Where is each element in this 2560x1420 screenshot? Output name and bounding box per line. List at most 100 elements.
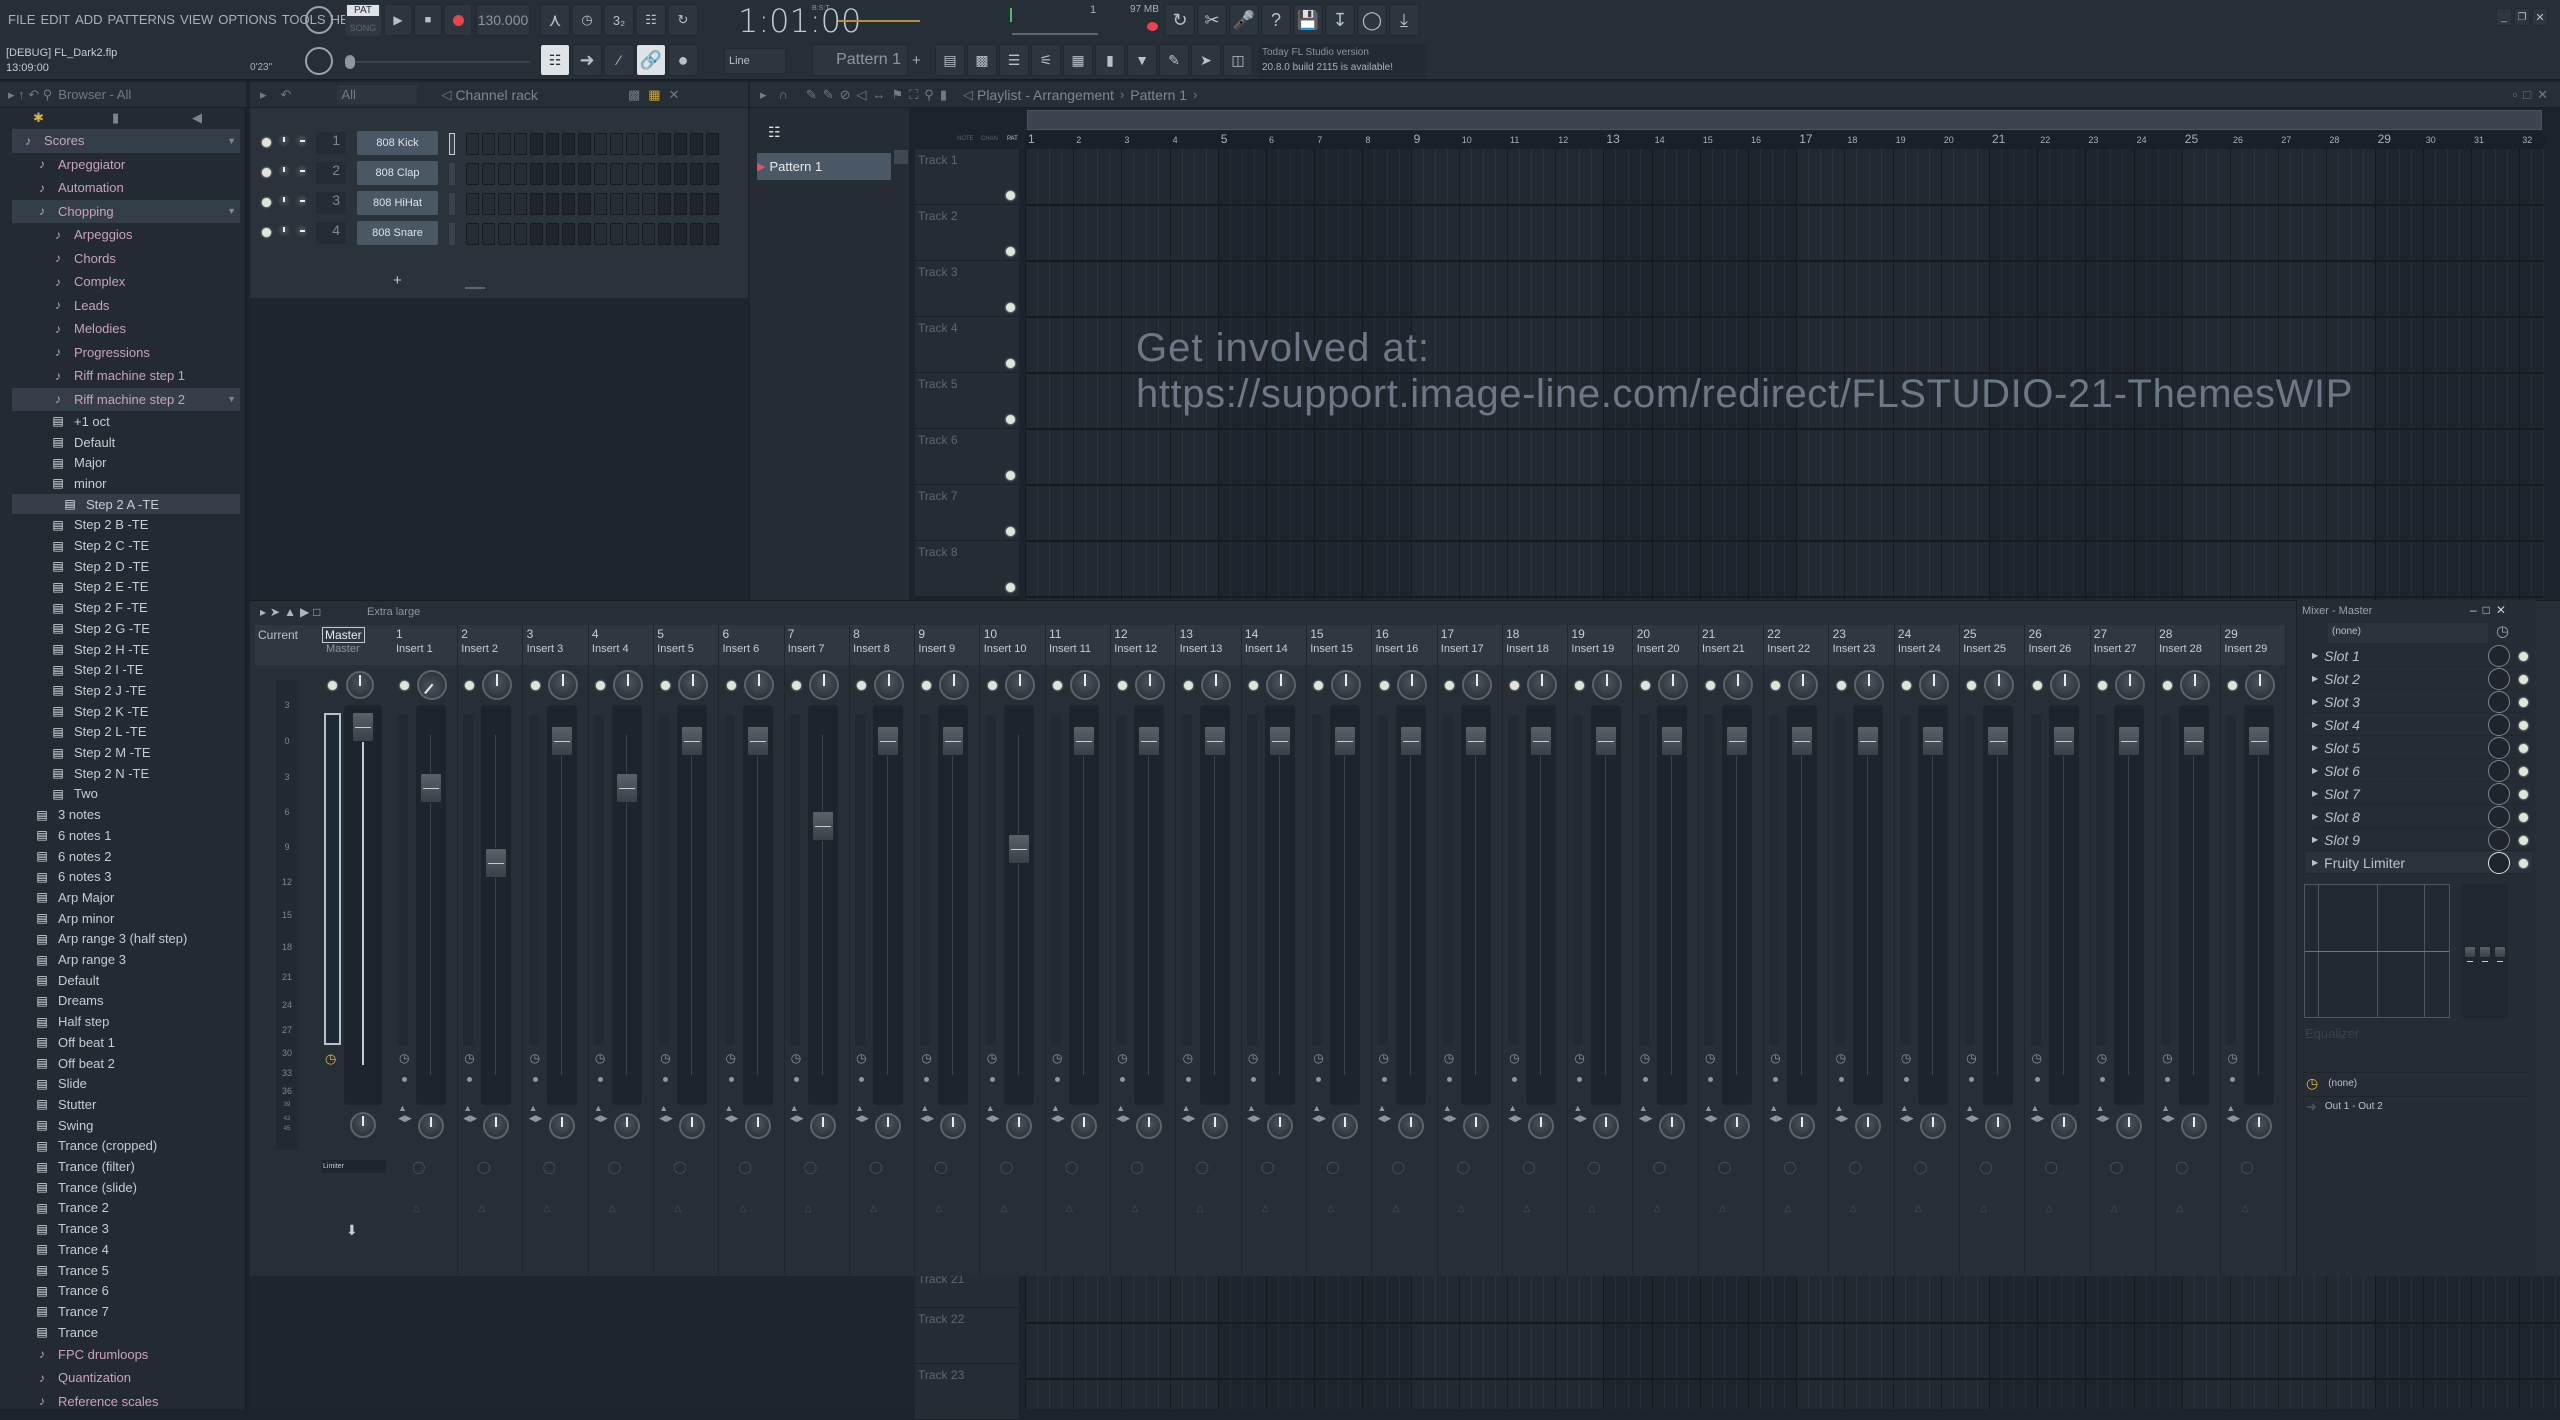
insert-volume-fader[interactable] — [811, 810, 834, 841]
browser-nav-icons[interactable]: ▸ ↑ ↶ ⚲ — [8, 87, 52, 103]
pattern-item[interactable]: ▶ Pattern 1 — [757, 153, 891, 180]
playlist-menu-icon[interactable]: ▸ — [760, 87, 767, 103]
insert-pan-knob[interactable] — [1200, 670, 1231, 700]
swap-arrows-icon[interactable]: ▲ ◀▶ — [1443, 1103, 1457, 1123]
link-button[interactable]: 🔗 — [636, 44, 666, 76]
swap-arrows-icon[interactable]: ▲ ◀▶ — [986, 1103, 1000, 1123]
effect-slot[interactable]: ▶ Slot 9 — [2306, 829, 2532, 851]
track-header[interactable]: Track 21 — [915, 1276, 1019, 1308]
insert-volume-fader[interactable] — [2248, 725, 2271, 756]
mixer-insert-strip[interactable]: 27 Insert 27 ◷ ▲ ◀▶ ◯ △ — [2092, 625, 2156, 1275]
help-button[interactable]: ? — [1261, 4, 1291, 36]
chat-button[interactable]: ◯ — [1357, 4, 1387, 36]
undo-icon[interactable]: ↶ — [281, 87, 292, 103]
step-button[interactable] — [642, 163, 655, 185]
browser-item[interactable]: ▤ Step 2 C -TE — [12, 535, 240, 556]
insert-stereo-knob[interactable] — [1201, 1113, 1228, 1139]
browser-item[interactable]: ▤ minor — [12, 473, 240, 494]
step-edit-button[interactable]: ☷ — [636, 4, 666, 36]
output-dropdown[interactable]: ➜ Out 1 - Out 2 — [2302, 1096, 2528, 1116]
routing-clock-icon[interactable]: ◷ — [1705, 1051, 1715, 1065]
browser-item[interactable]: ▤ 6 notes 1 — [12, 825, 240, 846]
step-button[interactable] — [626, 133, 639, 155]
slot-mix-knob[interactable] — [2488, 760, 2510, 782]
insert-name[interactable]: Insert 3 — [527, 643, 564, 655]
insert-stereo-knob[interactable] — [1724, 1113, 1750, 1139]
close-channel-rack-icon[interactable]: ✕ — [669, 87, 680, 103]
channel-mixer-track[interactable]: 3 — [316, 192, 346, 214]
shop-button[interactable]: ◫ — [1223, 44, 1253, 76]
channel-rack-menu-icon[interactable]: ▸ — [260, 87, 267, 103]
insert-name[interactable]: Insert 21 — [1702, 643, 1745, 655]
insert-volume-fader[interactable] — [1660, 725, 1683, 756]
swap-arrows-icon[interactable]: ▲ ◀▶ — [1182, 1103, 1196, 1123]
step-button[interactable] — [498, 133, 511, 155]
step-button[interactable] — [658, 133, 671, 155]
effect-slot[interactable]: ▶ Fruity Limiter — [2306, 852, 2532, 874]
step-button[interactable] — [626, 163, 639, 185]
tempo-field[interactable]: 130.000 — [476, 4, 530, 36]
insert-volume-fader[interactable] — [1921, 725, 1944, 756]
step-button[interactable] — [482, 163, 495, 185]
insert-stereo-knob[interactable] — [613, 1113, 640, 1139]
browser-item[interactable]: ♪ Chords — [12, 247, 240, 271]
routing-clock-icon[interactable]: ◷ — [791, 1051, 801, 1065]
swap-arrows-icon[interactable]: ▲ ◀▶ — [1508, 1103, 1522, 1123]
insert-route-arrow-icon[interactable]: △ — [1654, 1203, 1661, 1214]
effect-slot[interactable]: ▶ Slot 3 — [2306, 691, 2532, 713]
menu-add[interactable]: ADD — [75, 12, 102, 27]
insert-send-icon[interactable]: ◯ — [804, 1160, 817, 1174]
insert-pan-knob[interactable] — [1853, 670, 1884, 700]
eq-band-sliders[interactable] — [2462, 884, 2508, 1018]
browser-item[interactable]: ▤ Step 2 F -TE — [12, 597, 240, 618]
mixer-insert-strip[interactable]: 6 Insert 6 ◷ ▲ ◀▶ ◯ △ — [721, 625, 785, 1275]
channel-select-indicator[interactable] — [449, 193, 455, 215]
routing-clock-icon[interactable]: ◷ — [1966, 1051, 1976, 1065]
channel-mute-led[interactable] — [262, 198, 271, 207]
step-button[interactable] — [706, 133, 719, 155]
insert-name[interactable]: Insert 6 — [723, 643, 760, 655]
insert-enable-led[interactable] — [595, 681, 605, 690]
mixer-insert-strip[interactable]: 8 Insert 8 ◷ ▲ ◀▶ ◯ △ — [851, 625, 916, 1275]
routing-clock-icon[interactable]: ◷ — [987, 1051, 997, 1065]
news-panel[interactable]: Today FL Studio version 20.8.0 build 211… — [1258, 44, 1426, 78]
routing-clock-icon[interactable]: ◷ — [1836, 1051, 1846, 1065]
channel-volume-knob[interactable] — [295, 135, 307, 147]
magnet-icon[interactable]: ∩ — [779, 87, 788, 102]
insert-volume-fader[interactable] — [681, 725, 704, 756]
insert-enable-led[interactable] — [1118, 681, 1128, 690]
step-button[interactable] — [626, 193, 639, 215]
browser-item[interactable]: ♪ Reference scales — [12, 1390, 240, 1414]
insert-enable-led[interactable] — [2032, 681, 2042, 690]
insert-enable-led[interactable] — [2097, 681, 2107, 690]
insert-enable-led[interactable] — [1967, 681, 1977, 690]
routing-clock-icon[interactable]: ◷ — [464, 1051, 474, 1065]
insert-route-arrow-icon[interactable]: △ — [1784, 1203, 1791, 1214]
routing-clock-icon[interactable]: ◷ — [1640, 1051, 1650, 1065]
effect-slot[interactable]: ▶ Slot 6 — [2306, 760, 2532, 782]
insert-pan-knob[interactable] — [612, 670, 643, 700]
step-button[interactable] — [498, 163, 511, 185]
insert-route-arrow-icon[interactable]: △ — [609, 1203, 616, 1214]
menu-options[interactable]: OPTIONS — [218, 12, 277, 27]
insert-route-arrow-icon[interactable]: △ — [1719, 1203, 1726, 1214]
insert-volume-fader[interactable] — [1595, 725, 1618, 756]
insert-send-icon[interactable]: ◯ — [1196, 1160, 1209, 1174]
insert-pan-knob[interactable] — [1396, 670, 1427, 700]
routing-clock-icon[interactable]: ◷ — [530, 1051, 540, 1065]
track-header[interactable]: Track 5 — [915, 373, 1019, 429]
playlist-window-controls[interactable]: ▫□✕ — [2513, 87, 2554, 103]
insert-enable-led[interactable] — [1510, 681, 1520, 690]
insert-enable-led[interactable] — [1706, 681, 1715, 690]
swap-arrows-icon[interactable]: ▲ ◀▶ — [659, 1103, 673, 1123]
channel-mute-led[interactable] — [262, 168, 271, 177]
effect-slot[interactable]: ▶ Slot 5 — [2306, 737, 2532, 759]
track-enable-led[interactable] — [1006, 527, 1015, 536]
insert-route-arrow-icon[interactable]: △ — [805, 1203, 812, 1214]
insert-pan-knob[interactable] — [1918, 670, 1949, 700]
insert-name[interactable]: Insert 27 — [2094, 643, 2137, 655]
insert-name[interactable]: Insert 17 — [1441, 643, 1484, 655]
channel-pan-knob[interactable] — [278, 135, 290, 147]
mixer-insert-strip[interactable]: 10 Insert 10 ◷ ▲ ◀▶ ◯ △ — [982, 625, 1046, 1275]
insert-enable-led[interactable] — [857, 681, 867, 690]
